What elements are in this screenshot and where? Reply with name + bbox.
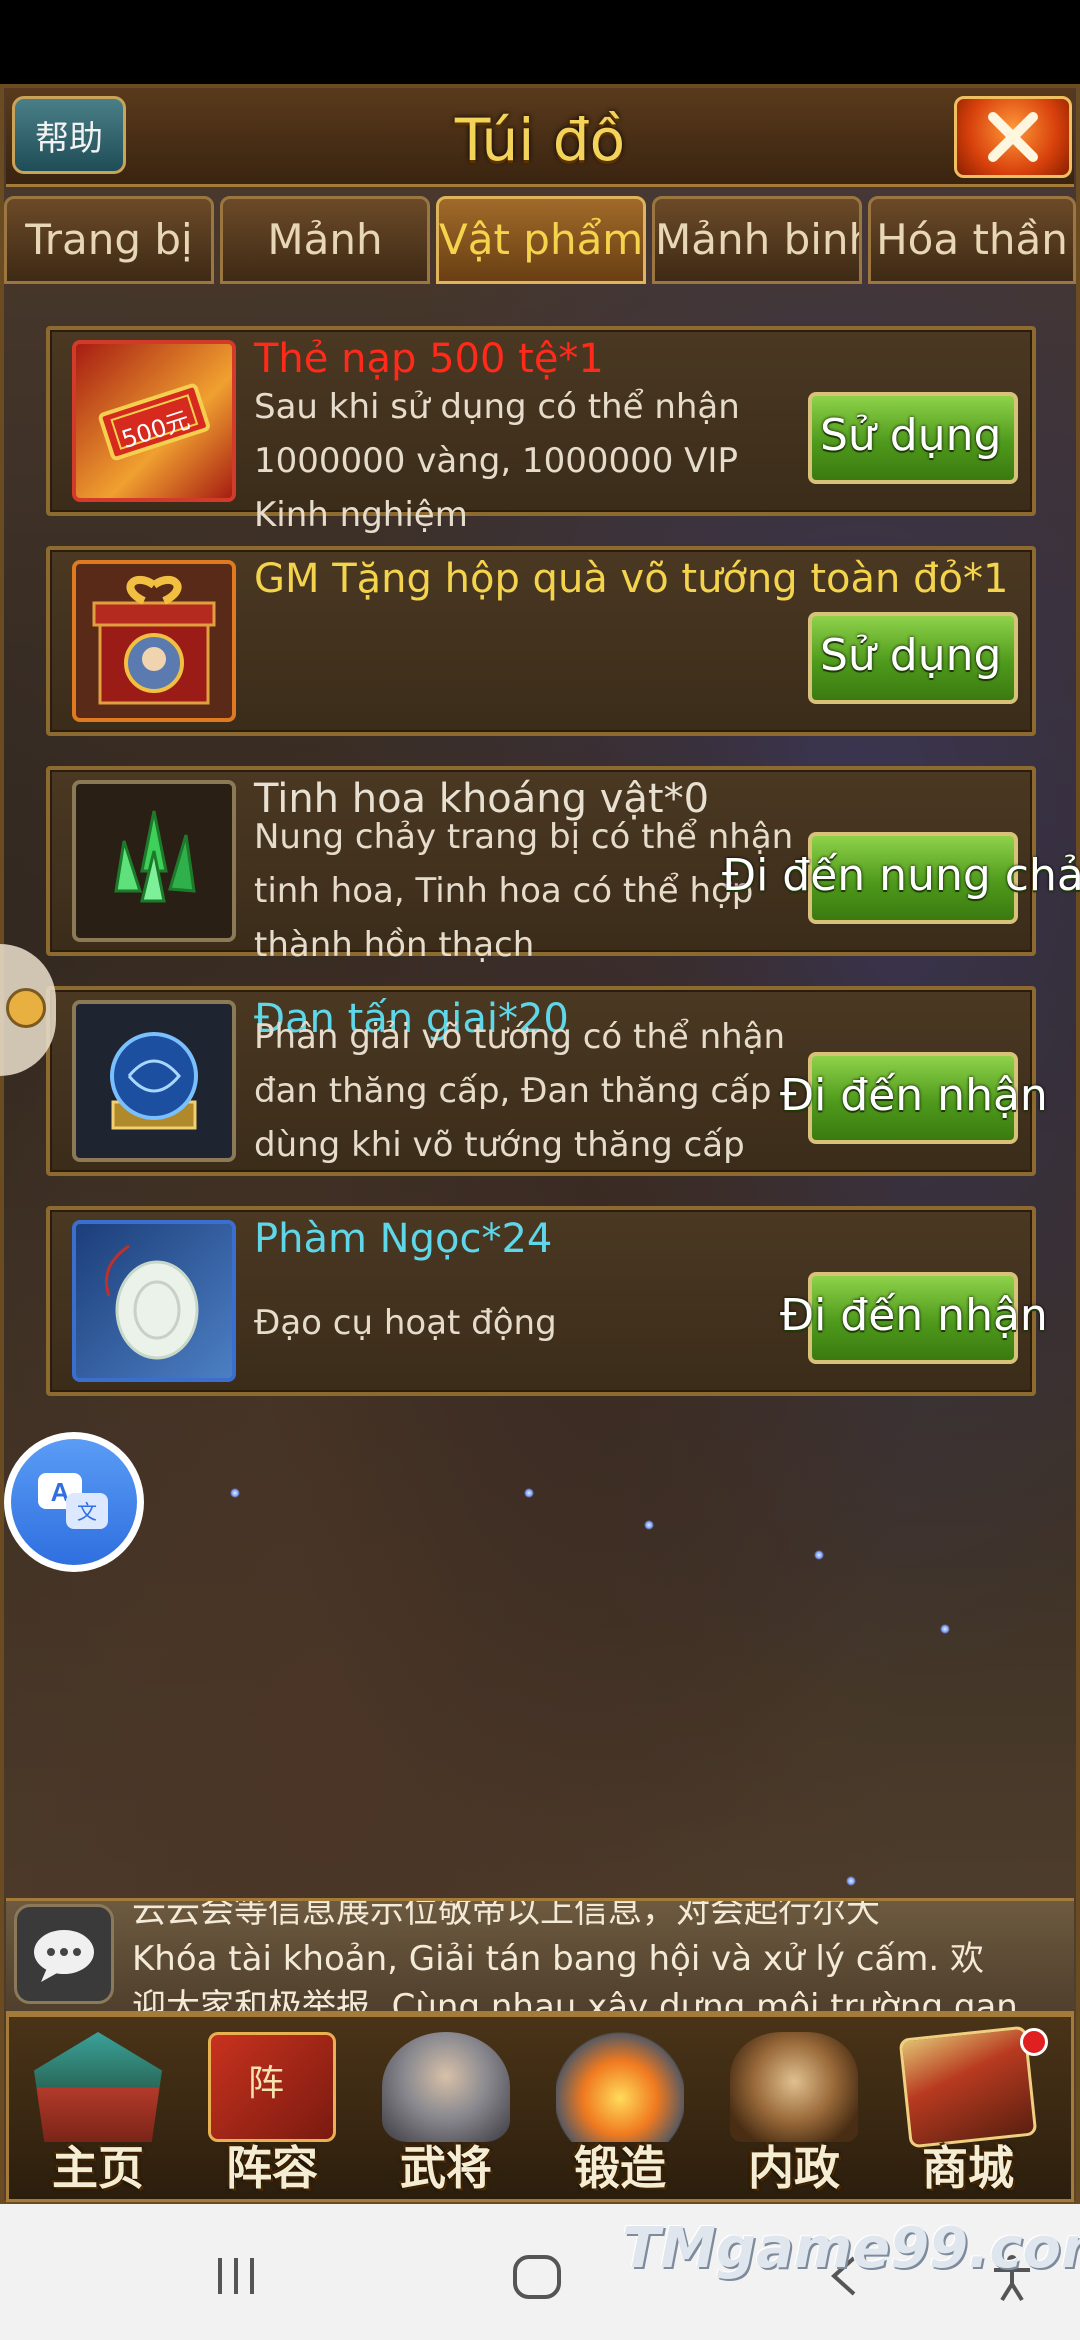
chat-line: 迎大家和极举报. Cùng nhau xây dựng môi trường g… [132,1987,1018,2014]
tab-vat-pham[interactable]: Vật phẩm [436,196,646,284]
chat-line: 云云会等信息展示位敬帝以上信息，对会起行尔大 [132,1898,880,1931]
use-button[interactable]: Sử dụng [808,612,1018,704]
item-name: Thẻ nạp 500 tệ*1 [254,336,604,382]
use-button-label: Sử dụng [820,410,1002,461]
nav-domestic[interactable]: 内政 [710,2024,878,2195]
tab-trang-bi[interactable]: Trang bị [4,196,214,284]
green-crystal-icon [72,780,236,942]
go-receive-button[interactable]: Đi đến nhận [780,1052,1048,1144]
forge-icon [556,2032,684,2142]
go-smelt-button-label: Đi đến nung chả [722,850,1080,901]
notification-dot-icon [1020,2028,1048,2056]
nav-label: 内政 [748,2141,840,2195]
chat-button[interactable] [14,1904,114,2004]
use-button[interactable]: Sử dụng [808,392,1018,484]
recharge-card-icon: 500元 [72,340,236,502]
nav-label: 商城 [922,2141,1014,2195]
item-description: Sau khi sử dụng có thể nhận 1000000 vàng… [254,387,740,535]
nav-shop[interactable]: 商城 [884,2024,1052,2195]
nav-formation[interactable]: 阵 阵容 [188,2024,356,2195]
list-item: 500元 Thẻ nạp 500 tệ*1 Sau khi sử dụng có… [46,326,1036,535]
list-item: Đan tấn giai*20 Phân giải võ tướng có th… [46,986,1048,1176]
tab-manh-binh-khi[interactable]: Mảnh binh k [652,196,862,284]
go-receive-button-label: Đi đến nhận [780,1290,1048,1341]
help-button[interactable]: 帮助 [12,96,126,174]
translate-icon: A 文 [11,1439,137,1565]
home-icon[interactable] [510,2252,566,2302]
list-item: Phàm Ngọc*24 Đạo cụ hoạt động Đi đến nhậ… [46,1206,1048,1396]
item-name: Phàm Ngọc*24 [254,1216,553,1262]
recent-apps-icon[interactable] [212,2254,262,2298]
formation-flag-text: 阵 [248,2063,285,2104]
nav-label: 武将 [400,2141,492,2195]
nav-generals[interactable]: 武将 [362,2024,530,2195]
item-name: GM Tặng hộp quà võ tướng toàn đỏ*1 [254,556,1009,602]
nav-label: 锻造 [574,2141,666,2195]
nav-label: 主页 [52,2141,144,2195]
item-description: Đạo cụ hoạt động [254,1303,557,1343]
close-x-icon [988,112,1038,162]
use-button-label: Sử dụng [820,630,1002,681]
translate-button[interactable]: A 文 [4,1432,144,1572]
general-helmet-icon [382,2032,510,2142]
nav-forge[interactable]: 锻造 [536,2024,704,2195]
window-title: Túi đồ [454,106,626,174]
assistant-face-icon [6,988,46,1028]
domestic-icon [730,2032,858,2142]
svg-text:文: 文 [77,1500,97,1524]
jade-pendant-icon [72,1220,236,1382]
item-description: Phân giải võ tướng có thể nhận đan thăng… [254,1017,786,1165]
chat-line: Khóa tài khoản, Giải tán bang hội và xử … [132,1939,984,1979]
blue-orb-icon [72,1000,236,1162]
go-receive-button-label: Đi đến nhận [780,1070,1048,1121]
chat-ticker[interactable]: 云云会等信息展示位敬帝以上信息，对会起行尔大 Khóa tài khoản, G… [6,1898,1074,2014]
list-item: GM Tặng hộp quà võ tướng toàn đỏ*1 Sử dụ… [46,546,1036,736]
tab-hoa-than[interactable]: Hóa thần [868,196,1076,284]
watermark-text: TMgame99.com [622,2216,1080,2281]
nav-home[interactable]: 主页 [14,2024,182,2195]
shop-cards-icon [898,2025,1038,2149]
nav-label: 阵容 [226,2141,318,2195]
status-bar [0,0,1080,84]
chat-bubble-icon [34,1930,94,1982]
list-item: Tinh hoa khoáng vật*0 Nung chảy trang bị… [46,766,1080,965]
go-receive-button[interactable]: Đi đến nhận [780,1272,1048,1364]
gift-box-icon [72,560,236,722]
close-button[interactable] [954,96,1072,178]
tab-manh[interactable]: Mảnh [220,196,430,284]
home-pavilion-icon [34,2032,162,2142]
go-smelt-button[interactable]: Đi đến nung chả [722,832,1080,924]
